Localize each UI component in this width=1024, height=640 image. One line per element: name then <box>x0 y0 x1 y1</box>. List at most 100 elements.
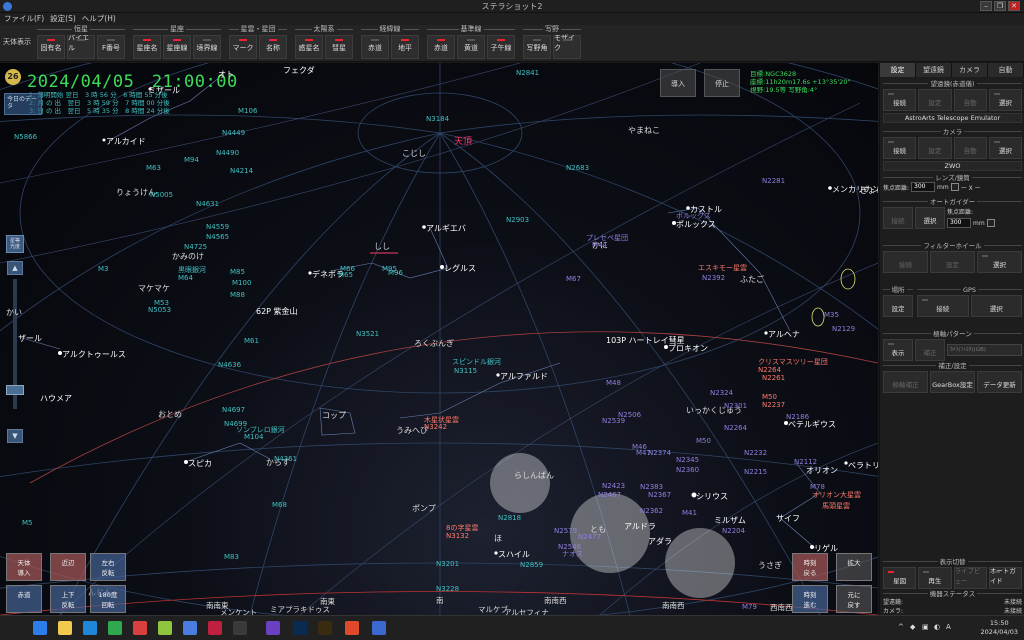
toolbar-toggle-button[interactable]: 固有名 <box>37 35 65 59</box>
sky-object-label[interactable]: アルヘナ <box>768 329 800 340</box>
sky-object-label[interactable]: M35 <box>824 311 839 319</box>
sky-object-label[interactable]: こじし <box>402 148 426 159</box>
sky-object-label[interactable]: アルギエバ <box>426 223 466 234</box>
toolbar-toggle-button[interactable]: マーク <box>229 35 257 59</box>
sky-object-label[interactable]: アルカイド <box>106 136 146 147</box>
sky-object-label[interactable]: M85 <box>230 268 245 276</box>
sky-object-label[interactable]: M3 <box>98 265 109 273</box>
autoguider-select-button[interactable]: 選択 <box>915 207 945 229</box>
sky-object-label[interactable]: ベラトリ <box>848 460 878 471</box>
sky-object-label[interactable]: ミルザム <box>714 515 746 526</box>
sky-object-label[interactable]: M64 <box>178 274 193 282</box>
sky-object-label[interactable]: N2360 <box>676 466 699 474</box>
sky-object-label[interactable]: ふたご <box>740 274 764 285</box>
sky-object-label[interactable]: M44 <box>592 241 607 249</box>
sky-object-label[interactable]: 南 <box>436 595 444 606</box>
datetime-display[interactable]: 2024/04/05 21:00:00 <box>27 67 238 92</box>
sky-object-label[interactable]: N2237 <box>762 401 785 409</box>
time-control-button[interactable]: 時刻 進む <box>792 585 828 613</box>
sky-object-label[interactable]: マケマケ <box>138 283 170 294</box>
sky-object-label[interactable]: シリウス <box>696 491 728 502</box>
sky-object-label[interactable]: M48 <box>606 379 621 387</box>
telescope-button[interactable]: 自動 <box>953 89 987 111</box>
menu-file[interactable]: ファイル(F) <box>4 13 44 25</box>
sky-object-label[interactable]: N4361 <box>274 455 297 463</box>
star-map[interactable]: 26 2024/04/05 21:00:00 1: 薄明開始 翌日 3 時 56… <box>0 63 878 615</box>
gps-connect-button[interactable]: 接続 <box>917 295 969 317</box>
camera-button[interactable]: 設定 <box>918 137 952 159</box>
sky-object-label[interactable]: M100 <box>232 279 251 287</box>
bridge-icon[interactable] <box>318 621 332 635</box>
sky-object-label[interactable]: M94 <box>184 156 199 164</box>
sky-object-label[interactable]: N2345 <box>676 456 699 464</box>
toolbar-toggle-button[interactable]: モザイク <box>553 34 581 59</box>
sky-object-label[interactable]: M41 <box>682 509 697 517</box>
sky-object-label[interactable]: N2539 <box>602 417 625 425</box>
toolbar-toggle-button[interactable]: バイエル <box>67 34 95 59</box>
sky-object-label[interactable]: サイフ <box>776 513 800 524</box>
lens-checkbox[interactable] <box>950 183 959 191</box>
sky-object-label[interactable]: N3201 <box>436 560 459 568</box>
file-explorer-icon[interactable] <box>58 621 72 635</box>
time-control-button[interactable]: 元に 戻す <box>836 585 872 613</box>
panel-tab[interactable]: 望遠鏡 <box>916 63 952 77</box>
sky-object-label[interactable]: M50 <box>762 393 777 401</box>
map-control-button[interactable]: 180度 回転 <box>90 585 126 613</box>
sky-object-label[interactable]: おとめ <box>158 409 182 420</box>
sky-object-label[interactable]: N2362 <box>640 507 663 515</box>
sky-object-label[interactable]: N2467 <box>598 491 621 499</box>
close-button[interactable]: ✕ <box>1008 1 1020 11</box>
toolbar-toggle-button[interactable]: F番号 <box>97 35 125 59</box>
sky-object-label[interactable]: N4697 <box>222 406 245 414</box>
windows-start-icon[interactable] <box>33 621 47 635</box>
sky-object-label[interactable]: 103P ハートレイ彗星 <box>606 335 685 346</box>
display-switch-button[interactable]: オートガイド <box>988 567 1022 589</box>
stop-button[interactable]: 停止 <box>704 69 740 97</box>
sky-object-label[interactable]: M61 <box>244 337 259 345</box>
sky-object-label[interactable]: やまねこ <box>628 125 660 136</box>
sky-object-label[interactable]: N3228 <box>436 585 459 593</box>
map-control-button[interactable]: 赤道 <box>6 585 42 613</box>
slider-up-arrow-icon[interactable]: ▲ <box>7 261 23 275</box>
map-control-button[interactable]: 近辺 <box>50 553 86 581</box>
sky-object-label[interactable]: エスキモー星雲 <box>698 263 747 273</box>
sky-object-label[interactable]: ザール <box>18 333 42 344</box>
toolbar-toggle-button[interactable]: 星座名 <box>133 35 161 59</box>
sky-object-label[interactable]: ぎょし <box>860 185 878 196</box>
sky-object-label[interactable]: レグルス <box>444 263 476 274</box>
sky-object-label[interactable]: アルファルド <box>500 371 548 382</box>
toolbar-toggle-button[interactable]: 惑星名 <box>295 35 323 59</box>
minimize-button[interactable]: – <box>980 1 992 11</box>
sky-object-label[interactable]: N3115 <box>454 367 477 375</box>
map-control-button[interactable]: 左右 反転 <box>90 553 126 581</box>
lens-focal-input[interactable]: 300 <box>911 182 936 192</box>
toolbar-toggle-button[interactable]: 写野角 <box>523 35 551 59</box>
sky-object-label[interactable]: N5866 <box>14 133 37 141</box>
app-crimson-icon[interactable] <box>208 621 222 635</box>
pattern-show-button[interactable]: 表示 <box>883 339 913 361</box>
chrome-icon[interactable] <box>345 621 359 635</box>
app-lime-icon[interactable] <box>158 621 172 635</box>
camera-button[interactable]: 選択 <box>988 137 1022 159</box>
map-control-button[interactable]: 天体 導入 <box>6 553 42 581</box>
correction-button[interactable]: GearBox設定 <box>930 371 975 393</box>
toolbar-toggle-button[interactable]: 黄道 <box>457 35 485 59</box>
sky-object-label[interactable]: アルクトゥールス <box>62 349 126 360</box>
time-control-button[interactable]: 時刻 戻る <box>792 553 828 581</box>
sky-object-label[interactable]: N2392 <box>702 274 725 282</box>
telescope-button[interactable]: 設定 <box>918 89 952 111</box>
sky-object-label[interactable]: N2215 <box>744 468 767 476</box>
sky-object-label[interactable]: N2841 <box>516 69 539 77</box>
autoguider-checkbox[interactable] <box>986 219 995 227</box>
sky-object-label[interactable]: しし <box>374 241 390 252</box>
sky-object-label[interactable]: うさぎ <box>758 560 782 571</box>
panel-tab[interactable]: 設定 <box>880 63 916 77</box>
dropbox-icon[interactable] <box>83 621 97 635</box>
sky-object-label[interactable]: N2301 <box>724 402 747 410</box>
sky-object-label[interactable]: M83 <box>224 553 239 561</box>
sky-object-label[interactable]: ハウメア <box>40 393 72 404</box>
chevron-up-icon[interactable]: ^ <box>898 623 906 632</box>
sky-object-label[interactable]: ミザール <box>148 85 180 96</box>
sky-object-label[interactable]: 62P 紫金山 <box>256 306 298 317</box>
sky-object-label[interactable]: N2383 <box>640 483 663 491</box>
